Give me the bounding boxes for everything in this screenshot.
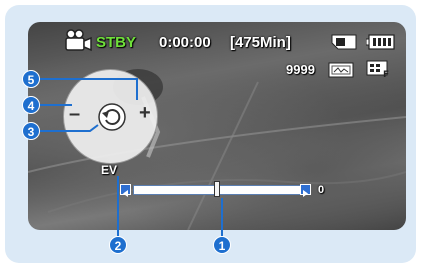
- callout-3: 3: [22, 122, 40, 140]
- callout-lines: [36, 78, 223, 237]
- callout-5: 5: [22, 70, 40, 88]
- callout-2: 2: [109, 236, 127, 254]
- callout-4: 4: [22, 96, 40, 114]
- callout-1: 1: [213, 236, 231, 254]
